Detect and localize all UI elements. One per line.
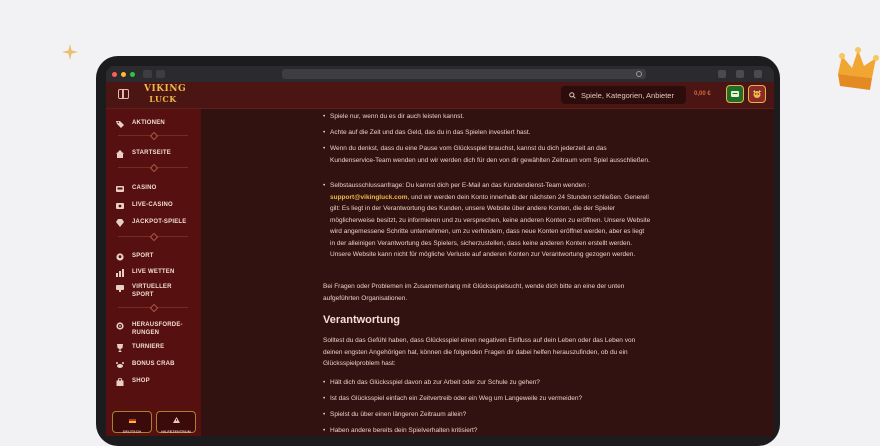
list-item: • Achte auf die Zeit und das Geld, das du… (323, 129, 531, 136)
tabs-overview-icon[interactable] (754, 70, 762, 78)
sidebar-item-startseite[interactable]: STARTSEITE (116, 149, 198, 158)
live-icon (116, 203, 124, 209)
wallet-button[interactable] (726, 85, 744, 103)
sidebar-item-label: SPORT (132, 253, 154, 259)
browser-toolbar (106, 66, 774, 82)
trophy-icon (117, 344, 123, 352)
sidebar-item-label: BONUS CRAB (132, 361, 175, 367)
target-icon (116, 322, 124, 330)
list-item: • Wenn du denkst, dass du eine Pause vom … (323, 145, 650, 164)
back-button[interactable] (143, 70, 152, 78)
list-item: • Spiele nur, wenn du es dir auch leisten… (323, 113, 465, 120)
main-content: • Spiele nur, wenn du es dir auch leisten… (201, 109, 774, 436)
self-exclusion-text: Selbstausschlussanfrage: Du kannst dich … (330, 182, 590, 189)
paragraph: Bei Fragen oder Problemen im Zusammenhan… (323, 283, 625, 302)
site-header: VIKING LUCK Spiele, Kategorien, Anbieter… (106, 82, 774, 109)
sidebar-toggle-icon[interactable] (118, 89, 129, 99)
paragraph: Solltest du das Gefühl haben, dass Glück… (323, 337, 636, 367)
chart-icon (116, 269, 124, 277)
balance-display: 0,00 € (694, 91, 711, 97)
search-input[interactable]: Spiele, Kategorien, Anbieter (561, 86, 686, 104)
browser-window: VIKING LUCK Spiele, Kategorien, Anbieter… (106, 66, 774, 436)
tag-icon (116, 121, 124, 128)
sidebar-divider (118, 306, 188, 309)
sidebar-item-label: TURNIERE (132, 344, 165, 350)
sidebar-item-aktionen[interactable]: AKTIONEN (116, 119, 198, 128)
sidebar-item-label: JACKPOT-SPIELE (132, 219, 187, 225)
help-center-button[interactable]: HILFEZENTRUM (156, 411, 196, 434)
language-label: DEUTSCH (122, 430, 142, 434)
section-heading: Verantwortung (323, 314, 401, 326)
sidebar-item-label: CASINO (132, 185, 157, 191)
crab-icon (116, 362, 124, 368)
sidebar-item-label: AKTIONEN (132, 120, 165, 126)
sidebar-item-label: SHOP (132, 378, 150, 384)
virtual-icon (116, 285, 124, 292)
shop-icon (116, 378, 124, 386)
profile-button[interactable] (748, 85, 766, 103)
maximize-window-button[interactable] (130, 71, 135, 77)
list-item: • Selbstausschlussanfrage: Du kannst dic… (323, 182, 651, 259)
sidebar-item-casino[interactable]: CASINO (116, 184, 198, 193)
sidebar-item-label: HERAUSFORDE-RUNGEN (132, 322, 183, 336)
sidebar-item-label: LIVE WETTEN (132, 269, 175, 275)
new-tab-icon[interactable] (736, 70, 744, 78)
sidebar-item-label: LIVE-CASINO (132, 202, 173, 208)
minimize-window-button[interactable] (121, 71, 126, 77)
share-icon[interactable] (718, 70, 726, 78)
viking-avatar-icon (753, 90, 761, 98)
sidebar-divider (118, 235, 188, 238)
search-placeholder: Spiele, Kategorien, Anbieter (581, 90, 674, 100)
sidebar-item-virtueller-sport[interactable]: VIRTUELLER SPORT (116, 283, 198, 299)
site-logo[interactable]: VIKING LUCK (144, 85, 186, 105)
self-exclusion-text: , und wir werden dein Konto innerhalb de… (330, 193, 651, 259)
sidebar-item-label: STARTSEITE (132, 150, 171, 156)
flag-icon (128, 417, 136, 423)
jackpot-icon (116, 219, 124, 227)
wallet-icon (731, 91, 739, 97)
sidebar-item-herausforderungen[interactable]: HERAUSFORDE-RUNGEN (116, 321, 198, 337)
slot-icon (116, 186, 124, 192)
list-item: • Hält dich das Glücksspiel davon ab zur … (323, 379, 540, 386)
crown-icon (838, 47, 879, 90)
sidebar-item-live-casino[interactable]: LIVE-CASINO (116, 201, 198, 210)
list-item: • Spielst du über einen längeren Zeitraum… (323, 411, 467, 418)
help-icon (172, 417, 180, 423)
sidebar-item-live-wetten[interactable]: LIVE WETTEN (116, 268, 198, 277)
address-bar[interactable] (282, 69, 646, 79)
sidebar-item-turniere[interactable]: TURNIERE (116, 343, 198, 352)
forward-button[interactable] (156, 70, 165, 78)
close-window-button[interactable] (112, 71, 117, 77)
sidebar: AKTIONEN STARTSEITE CASINO LIVE-CASINO J… (106, 109, 201, 436)
sidebar-item-sport[interactable]: SPORT (116, 252, 198, 261)
list-item: • Ist das Glücksspiel einfach ein Zeitver… (323, 395, 583, 402)
sidebar-item-bonus-crab[interactable]: BONUS CRAB (116, 360, 198, 369)
search-icon (569, 91, 576, 99)
language-button[interactable]: DEUTSCH (112, 411, 152, 434)
reload-icon[interactable] (636, 71, 642, 77)
ball-icon (116, 253, 124, 261)
list-item: • Haben andere bereits dein Spielverhalte… (323, 427, 478, 434)
sidebar-item-jackpot[interactable]: JACKPOT-SPIELE (116, 218, 198, 227)
sidebar-item-shop[interactable]: SHOP (116, 377, 198, 386)
sidebar-divider (118, 134, 188, 137)
support-email-link[interactable]: support@vikingluck.com (330, 194, 408, 201)
sparkle-icon (62, 44, 78, 60)
help-center-label: HILFEZENTRUM (161, 430, 191, 434)
sidebar-divider (118, 166, 188, 169)
sidebar-item-label: VIRTUELLER SPORT (132, 284, 172, 298)
home-icon (116, 150, 124, 158)
